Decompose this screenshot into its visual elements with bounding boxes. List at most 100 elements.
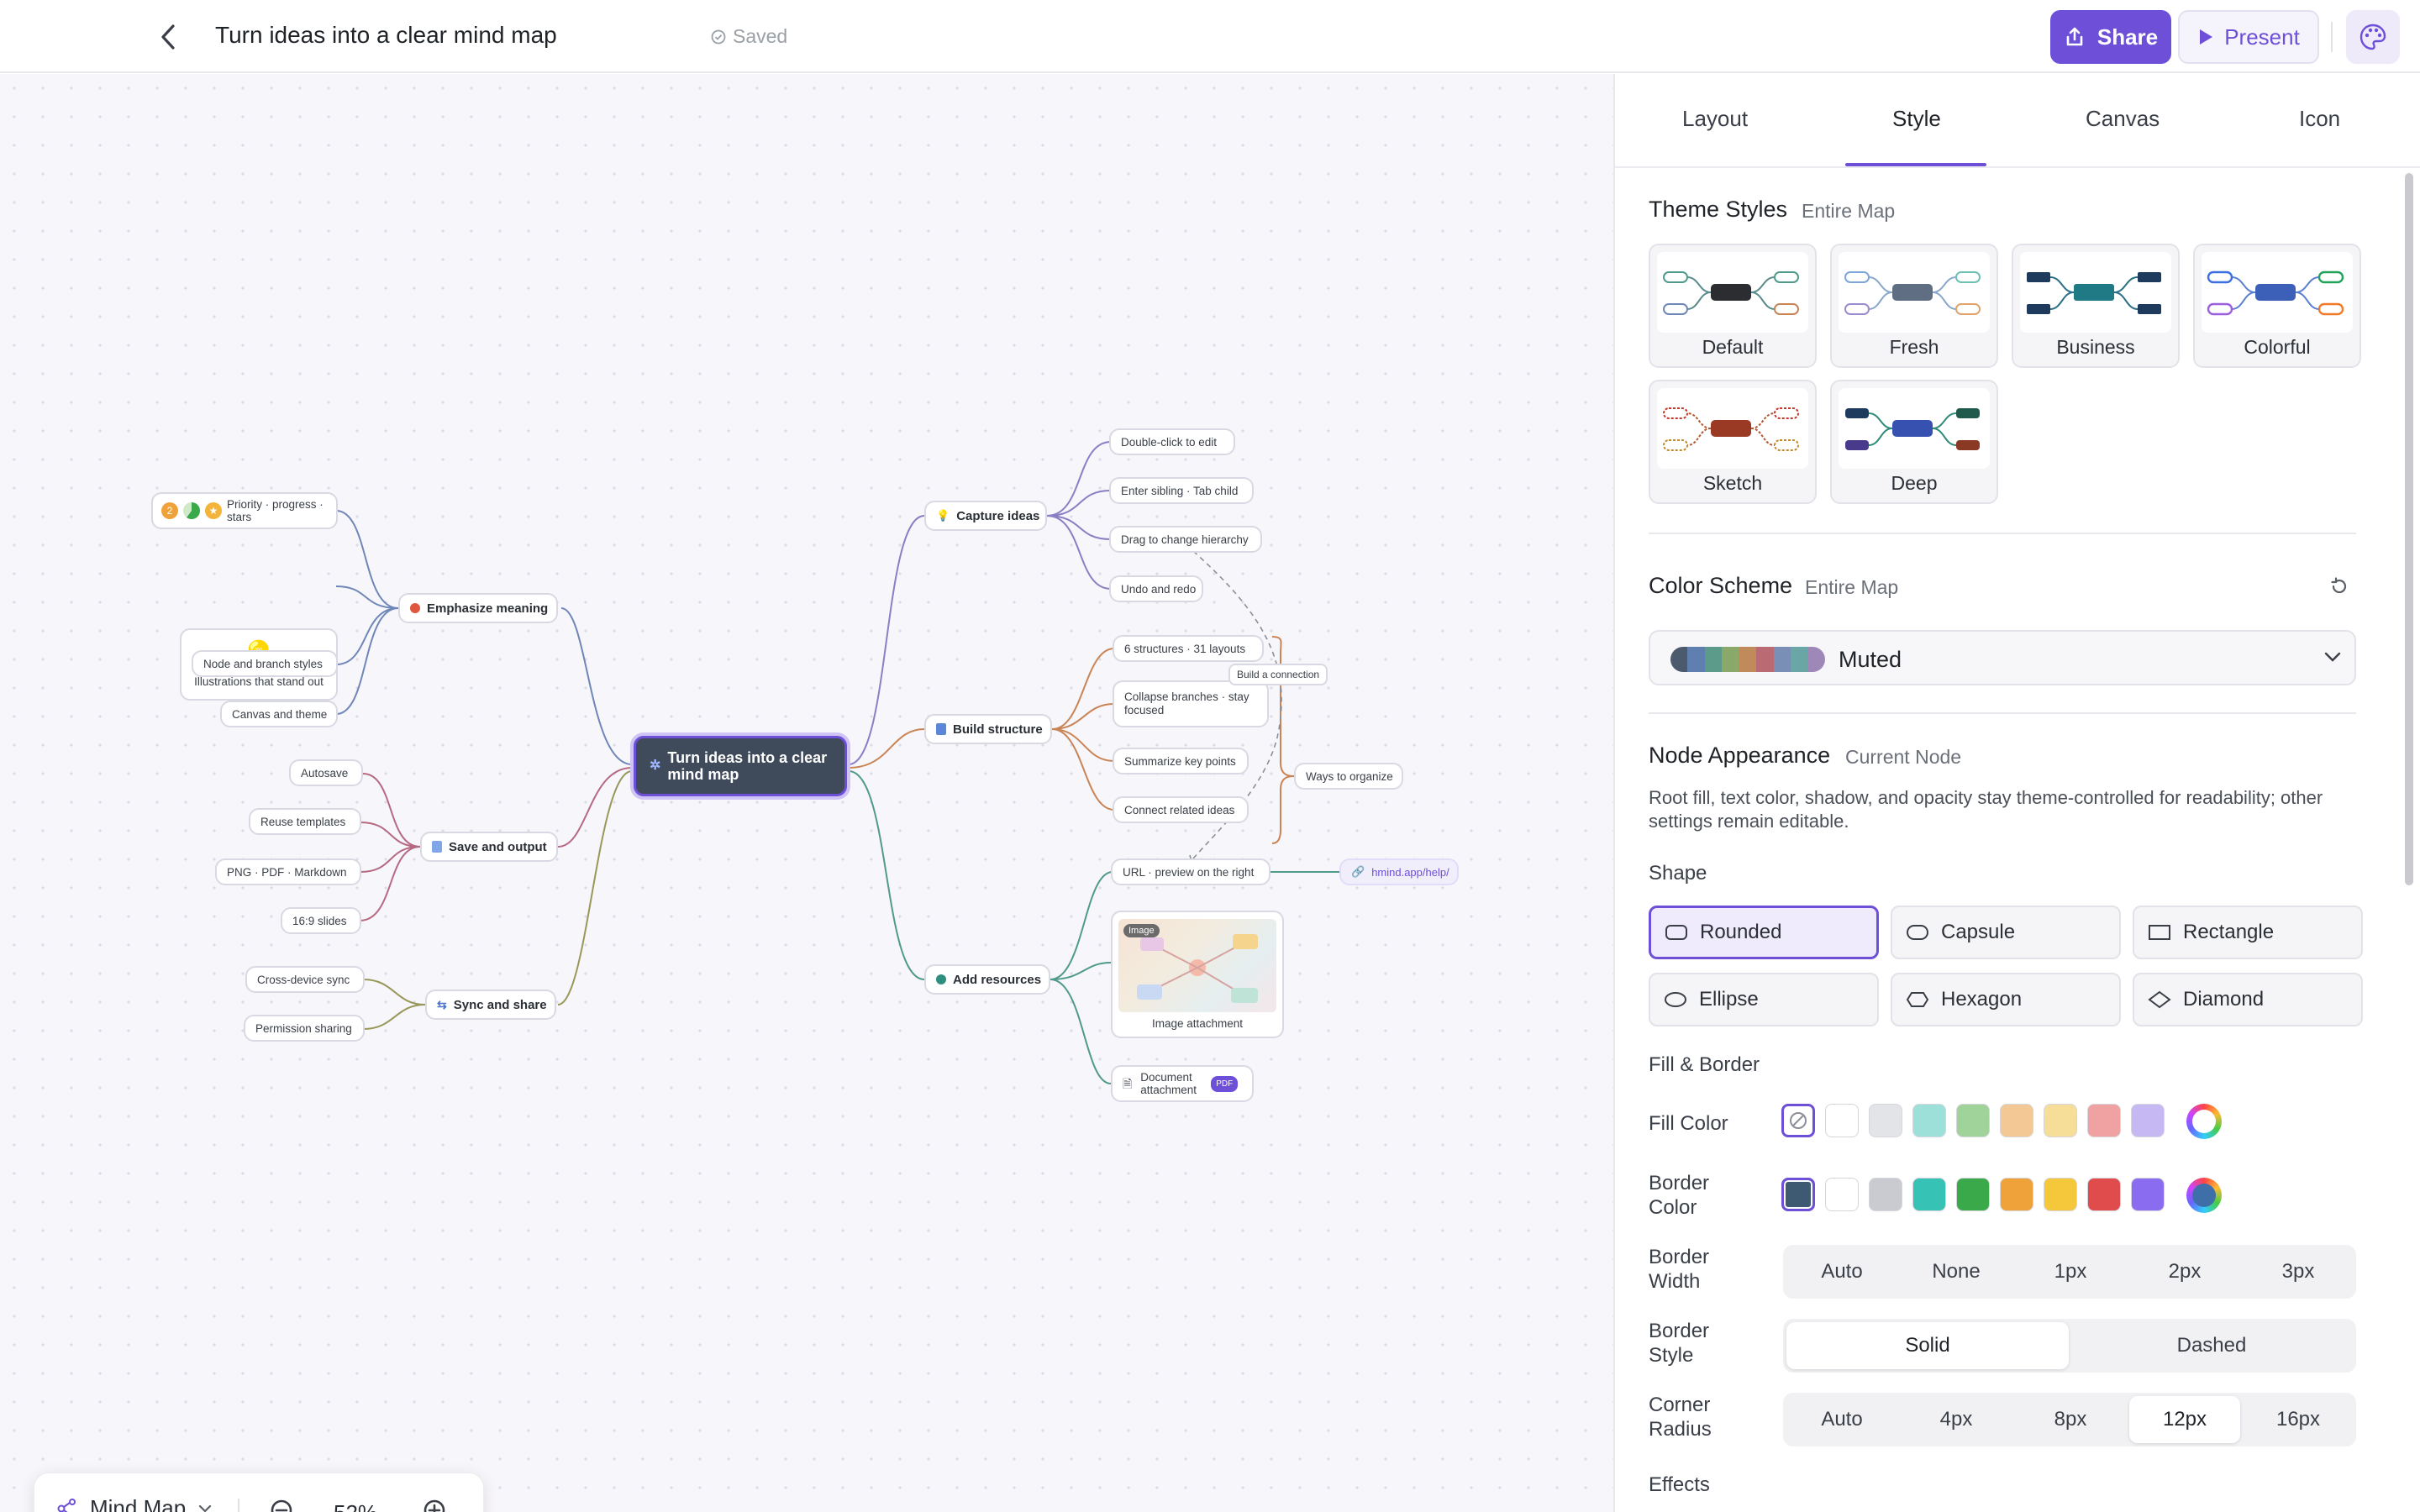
leaf-permission-sharing[interactable]: Permission sharing [244,1015,365,1042]
reset-color-scheme-button[interactable] [2323,570,2356,603]
leaf-node-and-branch-styles[interactable]: Node and branch styles [192,650,338,677]
theme-preview-colorful [2202,252,2353,333]
border-style-solid[interactable]: Solid [1786,1322,2069,1369]
border-color-swatch-0[interactable] [1781,1178,1815,1211]
leaf-cross-device-sync[interactable]: Cross-device sync [245,966,365,993]
leaf-connect-related-ideas[interactable]: Connect related ideas [1113,796,1249,823]
corner-radius-8px[interactable]: 8px [2015,1396,2126,1443]
border-style-dashed[interactable]: Dashed [2070,1322,2353,1369]
top-bar: Turn ideas into a clear mind map Saved S… [0,0,2420,73]
border-color-custom-swatch[interactable] [2186,1178,2222,1213]
border-width-3px[interactable]: 3px [2244,1248,2353,1295]
link-chip[interactable]: 🔗 hmind.app/help/ [1339,858,1459,885]
leaf-priority-progress-stars[interactable]: 2 ★ Priority · progress · stars [151,492,338,529]
border-color-swatch-6[interactable] [2044,1178,2077,1211]
color-scheme-select[interactable]: Muted [1649,630,2356,685]
zoom-in-button[interactable] [419,1495,455,1512]
fill-color-swatch-6[interactable] [2087,1104,2121,1137]
shape-ellipse-button[interactable]: Ellipse [1649,973,1879,1026]
node-appearance-scope: Current Node [1845,746,1962,768]
leaf-image-attachment[interactable]: Image Image attachment [1111,911,1284,1038]
map-mode-dropdown[interactable]: Mind Map [55,1495,213,1512]
mind-map-canvas[interactable]: ✲ Turn ideas into a clear mind map Empha… [0,74,1613,1512]
tab-canvas[interactable]: Canvas [2086,106,2160,132]
present-button[interactable]: Present [2178,10,2319,64]
tab-layout[interactable]: Layout [1682,106,1748,132]
leaf-canvas-and-theme[interactable]: Canvas and theme [220,701,338,727]
border-color-label-text: Border Color [1649,1172,1710,1219]
fill-color-swatch-7[interactable] [2131,1104,2165,1137]
border-color-swatch-5[interactable] [2000,1178,2033,1211]
shape-capsule-button[interactable]: Capsule [1891,906,2121,959]
leaf-document-attachment[interactable]: 🗎 Document attachment PDF [1111,1065,1254,1102]
leaf-16-9-slides[interactable]: 16:9 slides [281,907,361,934]
corner-radius-12px[interactable]: 12px [2129,1396,2240,1443]
border-width-2px[interactable]: 2px [2129,1248,2240,1295]
leaf-collapse-branches-stay-focused[interactable]: Collapse branches · stay focused [1113,680,1269,727]
share-button[interactable]: Share [2050,10,2171,64]
corner-radius-4px[interactable]: 4px [1901,1396,2012,1443]
leaf-enter-sibling-tab-child[interactable]: Enter sibling · Tab child [1109,477,1254,504]
border-color-swatch-3[interactable] [1912,1178,1946,1211]
shape-hexagon-button[interactable]: Hexagon [1891,973,2121,1026]
border-color-swatch-4[interactable] [1956,1178,1990,1211]
fill-color-swatch-3[interactable] [1956,1104,1990,1137]
topic-save-and-output[interactable]: Save and output [420,832,558,862]
leaf-png-pdf-markdown[interactable]: PNG · PDF · Markdown [215,858,361,885]
fill-color-swatch-2[interactable] [1912,1104,1946,1137]
shape-diamond-button[interactable]: Diamond [2133,973,2363,1026]
topic-add-resources[interactable]: Add resources [924,964,1050,995]
border-width-auto[interactable]: Auto [1786,1248,1897,1295]
theme-card-fresh[interactable]: Fresh [1830,244,1998,368]
topic-emphasize-meaning[interactable]: Emphasize meaning [398,593,558,623]
border-color-label: Border Color [1649,1171,1749,1220]
document-title[interactable]: Turn ideas into a clear mind map [215,22,557,49]
back-button[interactable] [151,18,185,55]
connection-label[interactable]: Build a connection [1228,664,1328,685]
shape-rectangle-button[interactable]: Rectangle [2133,906,2363,959]
leaf-label: Summarize key points [1124,754,1236,768]
fill-color-swatch-4[interactable] [2000,1104,2033,1137]
leaf-autosave[interactable]: Autosave [289,759,363,786]
topic-build-structure[interactable]: Build structure [924,714,1052,744]
zoom-out-button[interactable] [266,1495,302,1512]
fill-color-custom-swatch[interactable] [2186,1104,2222,1139]
leaf-summarize-key-points[interactable]: Summarize key points [1113,748,1249,774]
fill-color-swatch-1[interactable] [1869,1104,1902,1137]
fill-color-none-swatch[interactable] [1781,1104,1815,1137]
leaf-url-preview[interactable]: URL · preview on the right [1111,858,1270,885]
leaf-double-click-edit[interactable]: Double-click to edit [1109,428,1235,455]
leaf-undo-redo[interactable]: Undo and redo [1109,575,1203,602]
leaf-reuse-templates[interactable]: Reuse templates [249,808,361,835]
shape-rounded-button[interactable]: Rounded [1649,906,1879,959]
theme-card-sketch[interactable]: Sketch [1649,380,1817,504]
fill-color-swatch-5[interactable] [2044,1104,2077,1137]
border-width-1px[interactable]: 1px [2015,1248,2126,1295]
tab-style[interactable]: Style [1892,106,1941,132]
theme-card-colorful[interactable]: Colorful [2193,244,2361,368]
scheme-color-5 [1756,647,1774,672]
theme-card-deep[interactable]: Deep [1830,380,1998,504]
border-color-swatch-7[interactable] [2087,1178,2121,1211]
topic-sync-and-share[interactable]: ⇆ Sync and share [425,990,556,1020]
summary-ways-to-organize[interactable]: Ways to organize [1294,763,1403,790]
scheme-color-4 [1739,647,1757,672]
leaf-label: 6 structures · 31 layouts [1124,642,1246,655]
leaf-6-structures[interactable]: 6 structures · 31 layouts [1113,635,1264,662]
scrollbar-thumb[interactable] [2405,173,2413,885]
panel-scrollbar[interactable] [2403,173,2415,1510]
leaf-drag-change-hierarchy[interactable]: Drag to change hierarchy [1109,526,1262,553]
border-color-swatch-2[interactable] [1869,1178,1902,1211]
topic-capture-ideas[interactable]: 💡 Capture ideas [924,501,1047,531]
border-color-swatch-1[interactable] [1825,1178,1859,1211]
theme-card-default[interactable]: Default [1649,244,1817,368]
theme-palette-button[interactable] [2346,10,2400,64]
border-width-none[interactable]: None [1901,1248,2012,1295]
fill-color-swatch-0[interactable] [1825,1104,1859,1137]
tab-icon[interactable]: Icon [2299,106,2340,132]
theme-card-business[interactable]: Business [2012,244,2180,368]
corner-radius-auto[interactable]: Auto [1786,1396,1897,1443]
corner-radius-16px[interactable]: 16px [2244,1396,2353,1443]
border-color-swatch-8[interactable] [2131,1178,2165,1211]
root-node[interactable]: ✲ Turn ideas into a clear mind map [634,736,847,796]
